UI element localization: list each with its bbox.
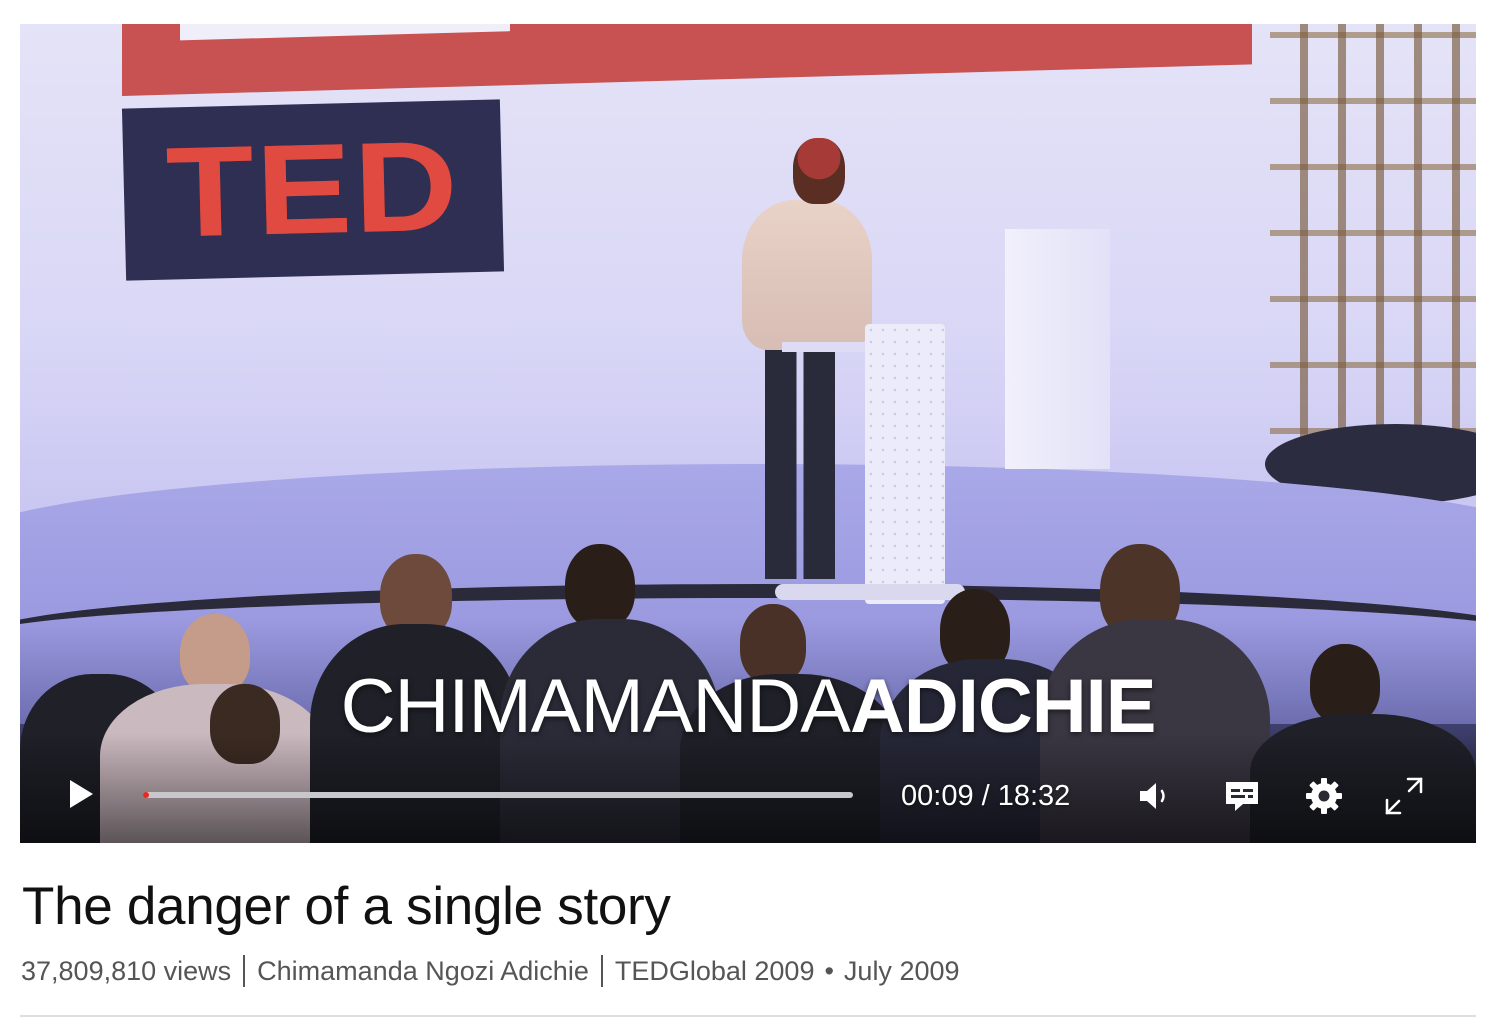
view-count: 37,809,810 views — [21, 955, 232, 986]
progress-bar[interactable] — [143, 792, 853, 798]
volume-button[interactable] — [1135, 776, 1175, 816]
talk-title: The danger of a single story — [22, 877, 671, 936]
video-player[interactable]: TED CHIMAMANDAADICHIE 00:09 / 18:32 — [20, 24, 1476, 843]
divider — [20, 1015, 1476, 1017]
play-button[interactable] — [64, 776, 98, 812]
fullscreen-button[interactable] — [1384, 776, 1424, 816]
settings-button[interactable] — [1304, 776, 1344, 816]
stage-rig — [1270, 24, 1476, 494]
ted-logo-text: TED — [164, 114, 462, 265]
volume-icon — [1140, 783, 1165, 809]
talk-date: July 2009 — [843, 955, 960, 986]
captions-button[interactable] — [1222, 776, 1262, 816]
stage-pedestal — [1005, 229, 1110, 469]
meta-separator — [600, 955, 603, 987]
meta-separator — [243, 955, 246, 987]
meta-dot: • — [824, 955, 834, 986]
ted-logo: TED — [121, 99, 505, 281]
event-link[interactable]: TEDGlobal 2009 — [615, 956, 815, 987]
captions-icon — [1226, 782, 1258, 811]
time-display: 00:09 / 18:32 — [901, 780, 1071, 812]
speaker-head — [793, 138, 845, 204]
fullscreen-icon — [1385, 777, 1423, 815]
talk-meta: 37,809,810 views Chimamanda Ngozi Adichi… — [21, 955, 960, 987]
progress-bar-fill — [143, 792, 149, 798]
speaker-link[interactable]: Chimamanda Ngozi Adichie — [257, 956, 589, 987]
play-icon — [70, 780, 93, 808]
gear-icon — [1306, 778, 1342, 814]
speaker-torso — [742, 200, 872, 350]
